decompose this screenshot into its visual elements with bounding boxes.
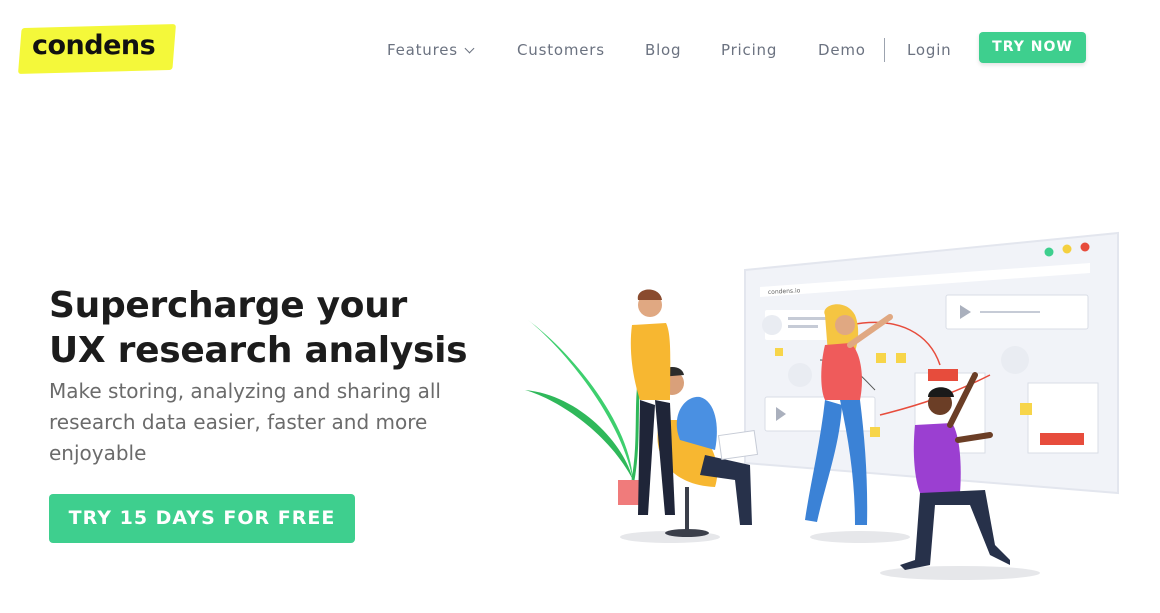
nav-features[interactable]: Features xyxy=(387,41,475,59)
nav-demo[interactable]: Demo xyxy=(818,41,866,59)
hero-title-line1: Supercharge your xyxy=(49,285,408,326)
nav-pricing[interactable]: Pricing xyxy=(721,41,777,59)
hero-illustration: condens.io xyxy=(525,231,1119,580)
chevron-down-icon xyxy=(464,43,475,54)
main-nav: Features Customers Blog Pricing Demo Log… xyxy=(0,0,1160,100)
nav-divider xyxy=(884,38,885,62)
login-link[interactable]: Login xyxy=(907,41,951,59)
plant-illustration xyxy=(525,320,648,505)
nav-blog[interactable]: Blog xyxy=(645,41,681,59)
nav-customers[interactable]: Customers xyxy=(517,41,605,59)
hero-title-line2: UX research analysis xyxy=(49,330,468,371)
hero-subtitle: Make storing, analyzing and sharing all … xyxy=(49,379,441,465)
nav-features-label: Features xyxy=(387,41,458,59)
free-trial-button[interactable]: TRY 15 DAYS FOR FREE xyxy=(49,494,355,543)
hero-title: Supercharge your UX research analysis xyxy=(49,283,529,373)
try-now-button[interactable]: TRY NOW xyxy=(979,32,1086,63)
